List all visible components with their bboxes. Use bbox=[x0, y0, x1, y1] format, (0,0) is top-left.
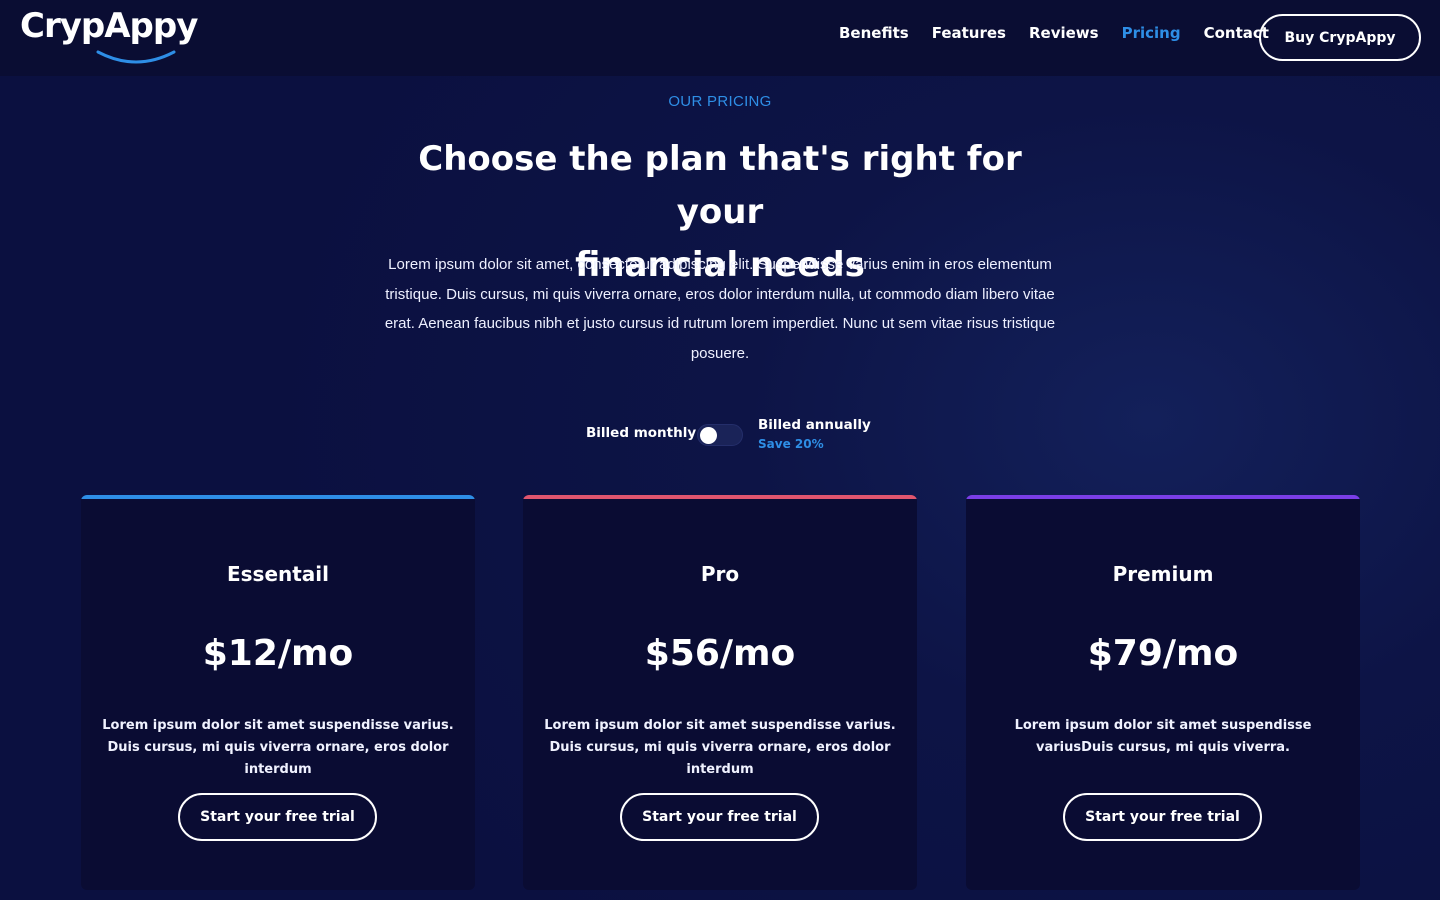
smile-arc-icon bbox=[96, 50, 176, 64]
main-nav: Benefits Features Reviews Pricing Contac… bbox=[839, 24, 1269, 42]
nav-link-reviews[interactable]: Reviews bbox=[1029, 24, 1099, 42]
plan-card-premium: Premium $79/mo Lorem ipsum dolor sit ame… bbox=[966, 495, 1360, 890]
section-eyebrow: OUR PRICING bbox=[668, 93, 772, 110]
billing-toggle[interactable] bbox=[697, 424, 743, 446]
plan-description: Lorem ipsum dolor sit amet suspendisse v… bbox=[544, 718, 896, 777]
plan-price: $56/mo bbox=[644, 633, 796, 674]
billed-monthly-label: Billed monthly bbox=[586, 425, 697, 441]
nav-link-benefits[interactable]: Benefits bbox=[839, 24, 909, 42]
logo[interactable]: CrypAppy bbox=[20, 6, 198, 66]
plan-price: $12/mo bbox=[202, 633, 354, 674]
save-badge: Save 20% bbox=[758, 437, 824, 451]
plan-name: Premium bbox=[1112, 562, 1214, 586]
headline-line-1: Choose the plan that's right for your bbox=[418, 139, 1022, 232]
start-free-trial-button[interactable]: Start your free trial bbox=[178, 793, 377, 841]
plan-description: Lorem ipsum dolor sit amet suspendisse v… bbox=[102, 718, 454, 777]
plan-card-pro: Pro $56/mo Lorem ipsum dolor sit amet su… bbox=[523, 495, 917, 890]
logo-text: CrypAppy bbox=[20, 6, 198, 46]
plan-name: Pro bbox=[700, 562, 740, 586]
pricing-intro: Lorem ipsum dolor sit amet, consectetur … bbox=[384, 256, 1056, 362]
start-free-trial-button[interactable]: Start your free trial bbox=[1063, 793, 1262, 841]
card-accent-bar bbox=[81, 495, 475, 499]
card-accent-bar bbox=[966, 495, 1360, 499]
nav-link-features[interactable]: Features bbox=[932, 24, 1006, 42]
card-accent-bar bbox=[523, 495, 917, 499]
plan-description: Lorem ipsum dolor sit amet suspendisse v… bbox=[1014, 718, 1312, 755]
billed-annually-label: Billed annually bbox=[758, 417, 871, 433]
plan-name: Essentail bbox=[226, 562, 330, 586]
toggle-knob bbox=[700, 427, 717, 444]
nav-link-pricing[interactable]: Pricing bbox=[1122, 24, 1181, 42]
start-free-trial-button[interactable]: Start your free trial bbox=[620, 793, 819, 841]
billing-toggle-row: Billed monthly Billed annually Save 20% bbox=[0, 416, 1440, 456]
plan-price: $79/mo bbox=[1087, 633, 1239, 674]
plan-card-essential: Essentail $12/mo Lorem ipsum dolor sit a… bbox=[81, 495, 475, 890]
top-navigation-bar: CrypAppy Benefits Features Reviews Prici… bbox=[0, 0, 1440, 76]
buy-crypappy-button[interactable]: Buy CrypAppy bbox=[1259, 14, 1421, 61]
